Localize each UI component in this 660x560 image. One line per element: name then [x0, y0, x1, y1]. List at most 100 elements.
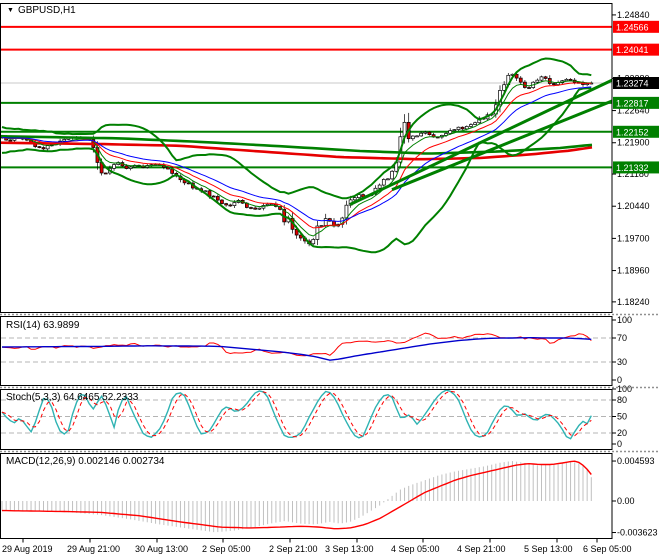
bull-candle [452, 129, 457, 131]
bear-candle [253, 207, 257, 210]
bear-candle [427, 131, 432, 136]
svg-text:29 Aug 2019: 29 Aug 2019 [2, 544, 53, 554]
bollinger-upper-line [1, 57, 592, 200]
fast-ema-line [1, 80, 592, 237]
bull-candle [464, 126, 469, 130]
svg-text:50: 50 [617, 412, 627, 422]
svg-text:1.20440: 1.20440 [617, 201, 650, 211]
bull-candle [352, 197, 357, 201]
bull-candle [232, 202, 237, 206]
svg-text:20: 20 [617, 428, 627, 438]
bear-candle [215, 196, 220, 201]
svg-text:4 Sep 21:00: 4 Sep 21:00 [457, 544, 506, 554]
svg-text:2 Sep 21:00: 2 Sep 21:00 [269, 544, 318, 554]
bull-candle [419, 132, 423, 137]
svg-text:2 Sep 05:00: 2 Sep 05:00 [202, 544, 251, 554]
symbol-label-text: GBPUSD,H1 [17, 5, 76, 16]
svg-text:1.21332: 1.21332 [616, 163, 649, 173]
bear-candle [224, 203, 228, 206]
bull-candle [423, 131, 428, 134]
bear-candle [552, 83, 556, 85]
bear-candle [228, 204, 233, 207]
svg-text:1.24041: 1.24041 [616, 45, 649, 55]
bear-candle [568, 78, 573, 81]
bear-candle [103, 172, 108, 175]
rsi-panel[interactable]: 10070300 [1, 315, 632, 385]
bull-candle [535, 79, 540, 83]
candles-layer [0, 72, 594, 247]
svg-text:30 Aug 13:00: 30 Aug 13:00 [135, 544, 188, 554]
bull-candle [390, 170, 394, 180]
rsi-smoothed-line [2, 337, 592, 361]
bear-candle [460, 126, 465, 130]
svg-text:5 Sep 13:00: 5 Sep 13:00 [524, 544, 573, 554]
svg-text:30: 30 [617, 357, 627, 367]
bull-candle [381, 179, 386, 186]
bull-candle [319, 225, 324, 227]
svg-text:1.22817: 1.22817 [616, 98, 649, 108]
bull-candle [45, 145, 50, 150]
svg-text:1.19700: 1.19700 [617, 233, 650, 243]
svg-text:1.24566: 1.24566 [616, 22, 649, 32]
bull-candle [456, 126, 461, 130]
bull-candle [473, 122, 477, 125]
bear-candle [41, 147, 46, 150]
bear-candle [220, 199, 224, 204]
time-axis: 29 Aug 2019 29 Aug 21:00 30 Aug 13:00 2 Sep… [2, 538, 632, 554]
bull-candle [415, 135, 419, 138]
bull-candle [469, 124, 473, 127]
main-chart-panel[interactable] [0, 25, 613, 254]
svg-text:-0.003623: -0.003623 [617, 528, 658, 538]
svg-text:1.18960: 1.18960 [617, 266, 650, 276]
svg-text:6 Sep 05:00: 6 Sep 05:00 [583, 544, 632, 554]
svg-text:1.18240: 1.18240 [617, 297, 650, 307]
svg-text:0: 0 [617, 439, 622, 449]
trading-chart-window: 1.248401.233801.226401.219001.211801.204… [0, 0, 660, 560]
svg-text:70: 70 [617, 333, 627, 343]
svg-text:1.24840: 1.24840 [617, 10, 650, 20]
svg-text:1.23274: 1.23274 [616, 79, 649, 89]
svg-text:80: 80 [617, 395, 627, 405]
bull-candle [62, 139, 67, 142]
rsi-line [1, 332, 592, 357]
bull-candle [386, 178, 390, 181]
bull-candle [564, 78, 569, 82]
svg-text:1.22152: 1.22152 [616, 127, 649, 137]
bear-candle [124, 165, 129, 169]
bull-candle [128, 166, 133, 169]
stoch-indicator-label: Stoch(5,3,3) 64.6465 52.2333 [6, 392, 139, 403]
bear-candle [518, 77, 523, 83]
svg-text:0.00: 0.00 [617, 496, 635, 506]
bear-candle [543, 76, 548, 79]
chart-canvas[interactable]: 1.248401.233801.226401.219001.211801.204… [0, 0, 660, 560]
svg-text:100: 100 [617, 315, 632, 325]
macd-histogram [1, 461, 592, 533]
chevron-down-icon: ▼ [7, 7, 14, 14]
price-axis: 1.248401.233801.226401.219001.211801.204… [612, 10, 659, 307]
symbol-timeframe-label[interactable]: ▼ GBPUSD,H1 [7, 5, 76, 16]
bull-candle [539, 76, 544, 81]
macd-indicator-label: MACD(12,26,9) 0.002146 0.002734 [6, 456, 165, 467]
bull-candle [448, 130, 453, 134]
svg-text:1.21900: 1.21900 [617, 138, 650, 148]
bear-candle [37, 146, 42, 148]
bull-candle [411, 135, 415, 140]
bull-candle [311, 239, 316, 245]
trendline[interactable] [349, 78, 613, 206]
bull-candle [112, 164, 116, 169]
svg-text:3 Sep 13:00: 3 Sep 13:00 [325, 544, 374, 554]
bear-candle [527, 87, 531, 89]
bull-candle [323, 218, 328, 226]
bull-candle [585, 83, 590, 85]
svg-text:100: 100 [617, 384, 632, 394]
macd-panel[interactable]: 0.004593 0.00 -0.003623 [1, 456, 658, 538]
ma-bollinger-layer [0, 57, 613, 254]
bear-candle [170, 168, 174, 174]
svg-text:0.004593: 0.004593 [617, 456, 655, 466]
bear-candle [249, 207, 253, 209]
bull-candle [377, 184, 382, 189]
bull-candle [257, 207, 262, 210]
bear-candle [8, 139, 13, 142]
svg-text:4 Sep 05:00: 4 Sep 05:00 [391, 544, 440, 554]
rsi-indicator-label: RSI(14) 63.9899 [6, 320, 80, 331]
